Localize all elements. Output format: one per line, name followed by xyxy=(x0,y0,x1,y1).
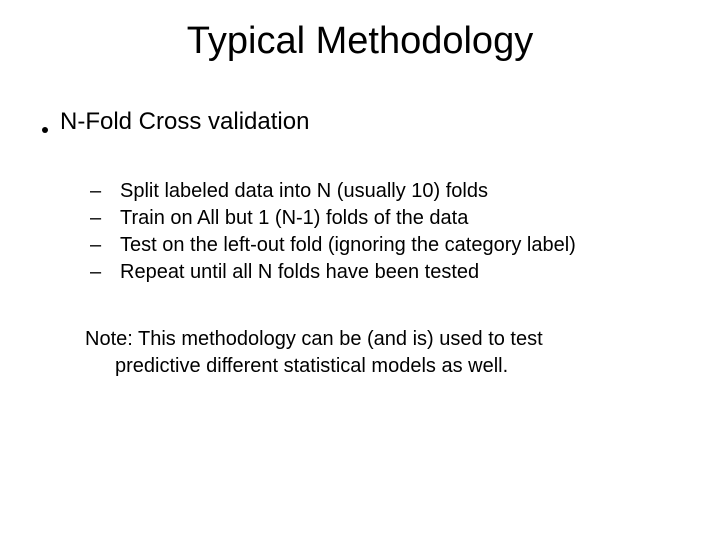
sub-bullet-item: – Repeat until all N folds have been tes… xyxy=(90,259,690,286)
note-text: Note: This methodology can be (and is) u… xyxy=(30,326,690,380)
dash-icon: – xyxy=(90,232,120,259)
sub-bullet-text: Repeat until all N folds have been teste… xyxy=(120,259,479,286)
slide-content: N-Fold Cross validation – Split labeled … xyxy=(0,108,720,380)
dash-icon: – xyxy=(90,205,120,232)
sub-bullet-text: Split labeled data into N (usually 10) f… xyxy=(120,178,488,205)
dash-icon: – xyxy=(90,259,120,286)
slide-title: Typical Methodology xyxy=(0,20,720,63)
bullet-item: N-Fold Cross validation xyxy=(30,108,690,138)
sub-bullet-item: – Train on All but 1 (N-1) folds of the … xyxy=(90,205,690,232)
bullet-dot-icon xyxy=(30,108,60,138)
sub-bullet-text: Test on the left-out fold (ignoring the … xyxy=(120,232,576,259)
dash-icon: – xyxy=(90,178,120,205)
sub-bullet-item: – Split labeled data into N (usually 10)… xyxy=(90,178,690,205)
sub-bullet-text: Train on All but 1 (N-1) folds of the da… xyxy=(120,205,468,232)
bullet-text: N-Fold Cross validation xyxy=(60,108,309,136)
note-line: Note: This methodology can be (and is) u… xyxy=(85,326,650,353)
note-line: predictive different statistical models … xyxy=(85,353,650,380)
sub-bullet-item: – Test on the left-out fold (ignoring th… xyxy=(90,232,690,259)
sub-bullet-list: – Split labeled data into N (usually 10)… xyxy=(30,178,690,286)
